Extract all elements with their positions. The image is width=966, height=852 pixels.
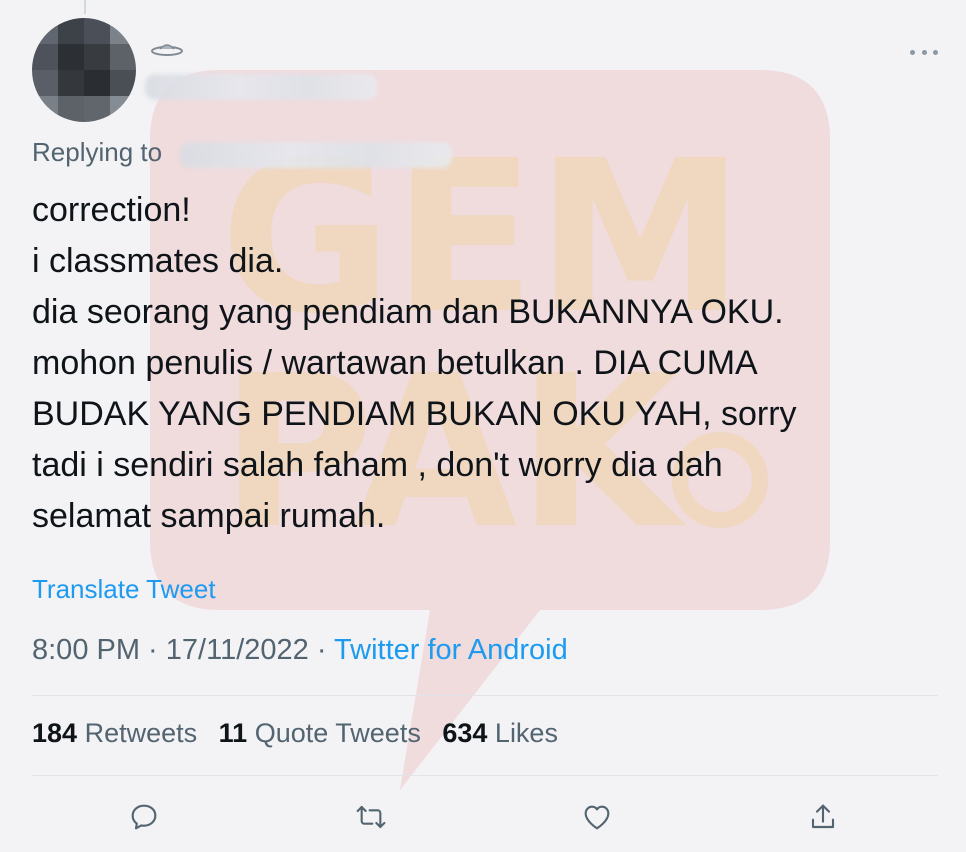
thread-line (84, 0, 86, 14)
divider (32, 775, 938, 776)
more-horizontal-icon[interactable] (910, 42, 938, 62)
tweet-card: Replying to correction! i classmates dia… (0, 0, 966, 852)
likes-stat[interactable]: 634 Likes (442, 718, 558, 748)
quote-tweets-stat[interactable]: 11 Quote Tweets (219, 718, 421, 748)
replying-to-handle-redacted[interactable] (180, 142, 452, 168)
reply-icon (131, 804, 157, 830)
tweet-actions-bar (0, 795, 966, 839)
share-icon (811, 804, 835, 829)
likes-count: 634 (442, 718, 488, 748)
tweet-source-link[interactable]: Twitter for Android (334, 634, 568, 666)
replying-to-label: Replying to (32, 137, 163, 167)
reply-button[interactable] (122, 795, 166, 839)
divider (32, 695, 938, 696)
translate-tweet-link[interactable]: Translate Tweet (32, 574, 216, 605)
likes-label: Likes (494, 718, 558, 748)
like-button[interactable] (575, 795, 619, 839)
retweet-button[interactable] (349, 795, 393, 839)
tweet-text: correction! i classmates dia. dia seoran… (32, 191, 797, 535)
ufo-icon (151, 44, 183, 56)
retweets-count: 184 (32, 718, 78, 748)
retweets-label: Retweets (84, 718, 198, 748)
meta-separator: · (140, 634, 166, 666)
avatar[interactable] (32, 18, 136, 122)
tweet-metadata: 8:00 PM · 17/11/2022 · Twitter for Andro… (32, 634, 568, 667)
retweets-stat[interactable]: 184 Retweets (32, 718, 197, 748)
share-button[interactable] (801, 795, 845, 839)
quote-tweets-count: 11 (218, 718, 248, 748)
retweet-icon (356, 805, 386, 829)
meta-separator: · (308, 634, 335, 666)
tweet-date[interactable]: 17/11/2022 (166, 634, 309, 666)
tweet-time[interactable]: 8:00 PM (32, 634, 140, 666)
username-handle-redacted[interactable] (145, 74, 377, 100)
heart-icon (584, 805, 610, 830)
engagement-stats: 184 Retweets 11 Quote Tweets 634 Likes (32, 718, 572, 749)
quote-tweets-label: Quote Tweets (254, 718, 421, 748)
